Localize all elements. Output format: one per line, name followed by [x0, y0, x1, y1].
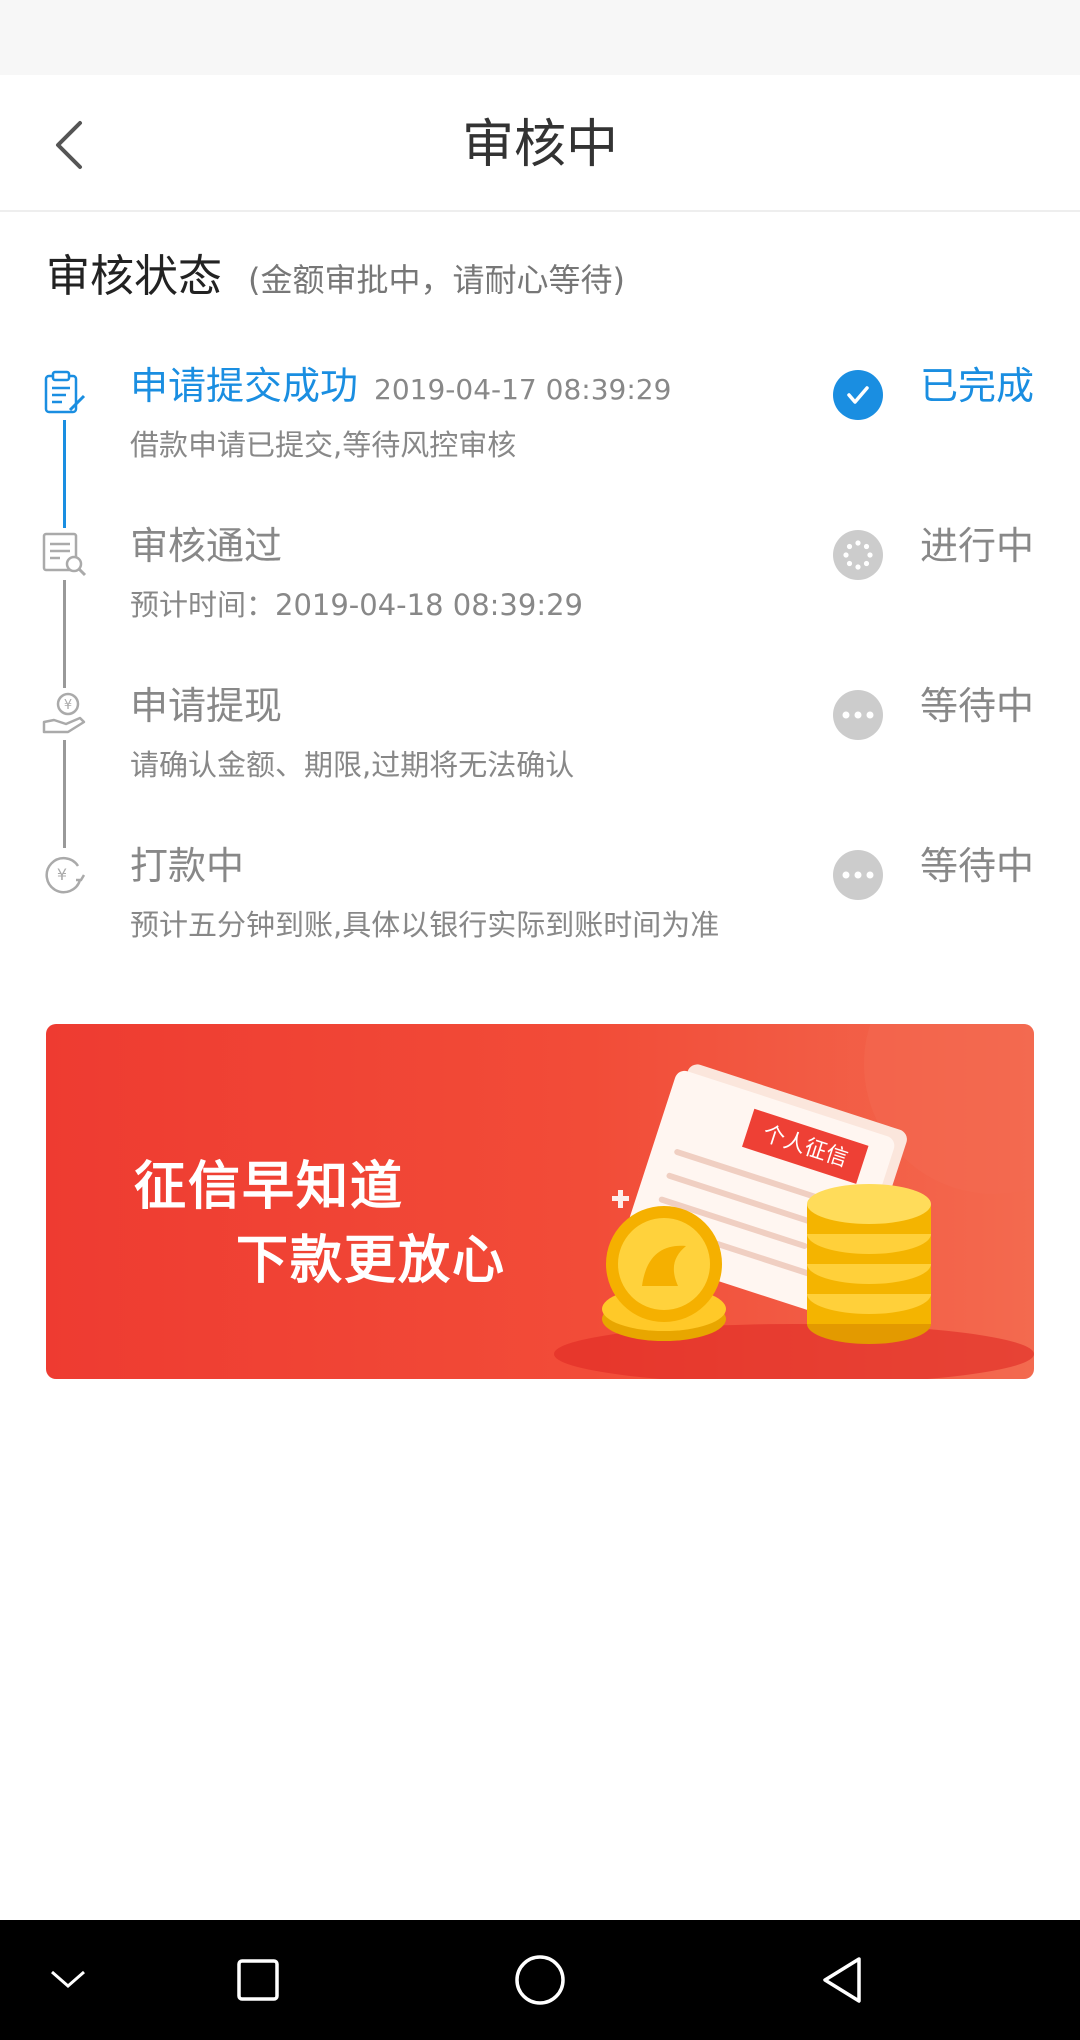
yen-transfer-icon: ¥: [45, 856, 86, 894]
hide-keyboard-button[interactable]: [38, 1950, 98, 2010]
circle-icon: [515, 1955, 565, 2005]
step-title: 申请提现: [130, 680, 282, 732]
svg-text:¥: ¥: [57, 865, 67, 884]
status-bar: [0, 0, 1080, 75]
status-label: 进行中: [919, 524, 1034, 568]
recent-apps-button[interactable]: [228, 1950, 288, 2010]
credit-report-banner[interactable]: 征信早知道 下款更放心 个人征信: [46, 1024, 1034, 1379]
step-title-text: 打款中: [130, 844, 245, 888]
step-description: 请确认金额、期限,过期将无法确认: [130, 748, 575, 782]
step-description: 借款申请已提交,等待风控审核: [130, 428, 517, 462]
step-title: 打款中: [130, 840, 244, 892]
section-subtitle: (金额审批中，请耐心等待): [248, 261, 625, 299]
step-withdraw: ¥ 申请提现 请确认金额、期限,过期将无法确认 等待中: [0, 680, 1080, 848]
home-button[interactable]: [510, 1950, 570, 2010]
triangle-back-icon: [823, 1957, 861, 2003]
banner-headline: 征信早知道: [134, 1157, 405, 1217]
step-title: 申请提交成功 2019-04-17 08:39:29: [130, 360, 671, 416]
loading-spinner-icon: [833, 530, 883, 580]
credit-report-illustration: 个人征信: [554, 1024, 1034, 1379]
timeline-connector: [63, 420, 66, 528]
clipboard-edit-icon: [44, 370, 86, 414]
step-submitted: 申请提交成功 2019-04-17 08:39:29 借款申请已提交,等待风控审核…: [0, 360, 1080, 528]
step-description: 预计时间：2019-04-18 08:39:29: [130, 588, 583, 622]
step-approved: 审核通过 预计时间：2019-04-18 08:39:29 进行中: [0, 520, 1080, 688]
step-title-text: 申请提交成功: [130, 364, 359, 408]
status-label: 等待中: [919, 684, 1034, 728]
step-time: 2019-04-17 08:39:29: [374, 373, 672, 406]
check-circle-icon: [833, 370, 883, 420]
back-nav-button[interactable]: [812, 1950, 872, 2010]
page-title: 审核中: [461, 115, 618, 175]
square-icon: [237, 1959, 279, 2001]
timeline-connector: [63, 740, 66, 848]
step-title-text: 审核通过: [130, 524, 283, 568]
step-title: 审核通过: [130, 520, 282, 572]
hand-money-icon: ¥: [42, 692, 86, 734]
more-dots-icon: [833, 850, 883, 900]
step-title-text: 申请提现: [130, 684, 283, 728]
status-label: 已完成: [919, 364, 1034, 408]
step-description: 预计五分钟到账,具体以银行实际到账时间为准: [130, 908, 720, 942]
chevron-down-icon: [51, 1970, 85, 1988]
more-dots-icon: [833, 690, 883, 740]
document-search-icon: [42, 532, 87, 577]
nav-bar: 审核中: [0, 75, 1080, 212]
timeline-connector: [63, 580, 66, 688]
svg-text:¥: ¥: [64, 698, 72, 713]
banner-subheadline: 下款更放心: [236, 1231, 507, 1291]
system-navigation-bar: [0, 1920, 1080, 2040]
section-title: 审核状态: [46, 251, 222, 302]
status-label: 等待中: [919, 844, 1034, 888]
step-payout: ¥ 打款中 预计五分钟到账,具体以银行实际到账时间为准 等待中: [0, 840, 1080, 1000]
section-header: 审核状态 (金额审批中，请耐心等待): [46, 240, 625, 304]
